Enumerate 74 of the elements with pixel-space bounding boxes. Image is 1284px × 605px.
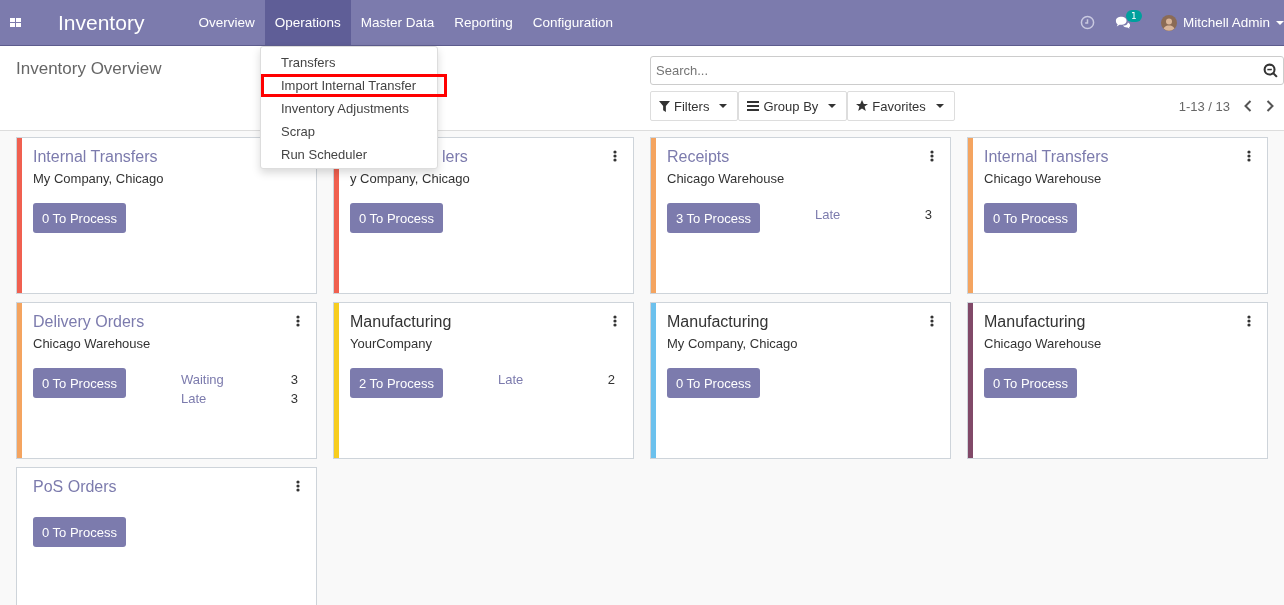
caret-icon [719, 104, 728, 108]
star-icon [856, 100, 869, 112]
search-icon[interactable] [1263, 63, 1278, 78]
card-subtitle: Chicago Warehouse [984, 171, 1102, 186]
menu-item[interactable]: Configuration [522, 0, 624, 45]
list-icon [747, 101, 760, 111]
dropdown-item[interactable]: Run Scheduler [261, 143, 437, 166]
caret-icon [935, 104, 944, 108]
stat-count: 3 [290, 371, 298, 389]
dropdown-item[interactable]: Scrap [261, 120, 437, 143]
card-title[interactable]: lers [442, 146, 468, 168]
filter-dropdown-button[interactable]: Favorites [847, 91, 955, 121]
more-options-icon[interactable] [1247, 315, 1251, 327]
more-options-icon[interactable] [1247, 150, 1251, 162]
to-process-button[interactable]: 0 To Process [33, 368, 126, 398]
avatar-icon [1160, 14, 1177, 31]
funnel-icon [659, 100, 670, 112]
menu-item[interactable]: Overview [188, 0, 265, 45]
stat-link[interactable]: Late [814, 205, 841, 224]
card-title[interactable]: PoS Orders [33, 476, 117, 498]
menu-item[interactable]: Operations [264, 0, 351, 45]
to-process-button[interactable]: 0 To Process [33, 203, 126, 233]
message-count-badge: 1 [1125, 10, 1142, 22]
stat-link[interactable]: Waiting [180, 370, 224, 389]
card-title[interactable]: Delivery Orders [33, 311, 145, 333]
highlighted-menu-item[interactable]: Import Internal Transfer [261, 74, 447, 97]
to-process-button[interactable]: 0 To Process [33, 517, 126, 547]
card-title: Manufacturing [350, 312, 452, 332]
dropdown-item[interactable]: Inventory Adjustments [261, 97, 437, 120]
pager-value: 1-13 / 13 [1178, 98, 1230, 114]
next-icon[interactable] [1266, 100, 1274, 112]
user-menu[interactable]: Mitchell Admin [1182, 15, 1284, 30]
to-process-button[interactable]: 0 To Process [984, 368, 1077, 398]
more-options-icon[interactable] [296, 315, 300, 327]
apps-menu-icon[interactable] [10, 17, 22, 28]
more-options-icon[interactable] [613, 315, 617, 327]
card-title: Manufacturing [984, 312, 1086, 332]
menu-item[interactable]: Master Data [350, 0, 445, 45]
more-options-icon[interactable] [613, 150, 617, 162]
to-process-button[interactable]: 0 To Process [984, 203, 1077, 233]
card-title[interactable]: Internal Transfers [33, 146, 158, 168]
to-process-button[interactable]: 3 To Process [667, 203, 760, 233]
more-options-icon[interactable] [296, 480, 300, 492]
stat-count: 2 [607, 371, 615, 389]
stat-link[interactable]: Late [497, 370, 524, 389]
caret-icon [828, 104, 837, 108]
more-options-icon[interactable] [930, 150, 934, 162]
app-title: Inventory [58, 10, 145, 35]
card-title[interactable]: Receipts [667, 146, 730, 168]
card-subtitle: Chicago Warehouse [984, 336, 1102, 351]
menu-item[interactable]: Reporting [444, 0, 523, 45]
card-subtitle: My Company, Chicago [33, 171, 164, 186]
caret-icon [1276, 20, 1284, 25]
chat-icon[interactable] [1114, 16, 1131, 29]
card-subtitle: Chicago Warehouse [667, 171, 785, 186]
more-options-icon[interactable] [930, 315, 934, 327]
search-field[interactable]: Search... [650, 56, 1284, 85]
stat-link[interactable]: Late [180, 389, 207, 408]
card-subtitle: YourCompany [350, 336, 432, 351]
to-process-button[interactable]: 0 To Process [350, 203, 443, 233]
card-title[interactable]: Internal Transfers [984, 146, 1109, 168]
stat-count: 3 [290, 390, 298, 408]
card-subtitle: Chicago Warehouse [33, 336, 151, 351]
dropdown-item[interactable]: Transfers [261, 51, 437, 74]
previous-icon[interactable] [1244, 100, 1252, 112]
card-title: Manufacturing [667, 312, 769, 332]
to-process-button[interactable]: 0 To Process [667, 368, 760, 398]
card-subtitle: y Company, Chicago [350, 171, 470, 186]
to-process-button[interactable]: 2 To Process [350, 368, 443, 398]
filter-dropdown-button[interactable]: Group By [738, 91, 848, 121]
stat-count: 3 [924, 206, 932, 224]
card-subtitle: My Company, Chicago [667, 336, 798, 351]
page-title: Inventory Overview [16, 59, 162, 78]
filter-dropdown-button[interactable]: Filters [650, 91, 739, 121]
